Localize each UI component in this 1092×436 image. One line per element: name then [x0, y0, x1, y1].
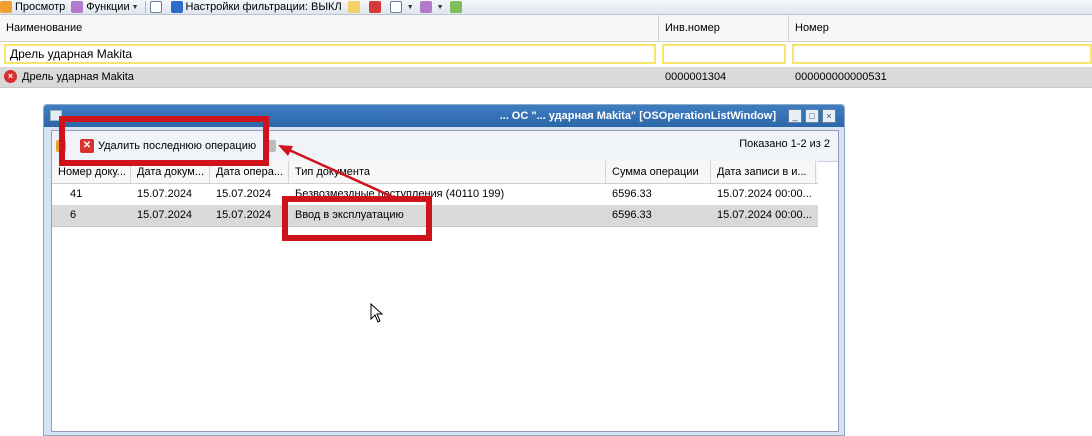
list-icon — [149, 1, 162, 13]
chevron-down-icon: ▼ — [436, 3, 444, 11]
annotation-box-delete — [59, 116, 269, 166]
cell-doc-date: 15.07.2024 — [137, 209, 193, 221]
cell-sum: 6596.33 — [612, 188, 652, 200]
annotation-box-doc-type — [282, 196, 432, 241]
brush-icon — [347, 1, 360, 13]
print-icon — [389, 1, 402, 13]
paging-status: Показано 1-2 из 2 — [739, 138, 830, 150]
view-icon — [0, 1, 12, 13]
column-header-number[interactable]: Номер — [789, 15, 1092, 41]
list-button[interactable] — [149, 0, 165, 14]
window-body: ✕ Удалить последнюю операцию Показано 1-… — [51, 130, 839, 432]
view-button[interactable]: Просмотр — [0, 0, 65, 14]
chevron-down-icon: ▼ — [406, 3, 414, 11]
row-number: 000000000000531 — [795, 71, 887, 83]
extra-icon — [419, 1, 432, 13]
maximize-button[interactable]: □ — [805, 109, 819, 123]
table-row[interactable]: × Дрель ударная Makita 0000001304 000000… — [0, 67, 1092, 88]
table-row[interactable]: 6 15.07.2024 15.07.2024 Ввод в эксплуата… — [52, 205, 818, 227]
cell-sum: 6596.33 — [612, 209, 652, 221]
column-header-doc-type[interactable]: Тип документа — [289, 161, 606, 183]
functions-label: Функции — [86, 1, 130, 13]
view-label: Просмотр — [15, 1, 66, 13]
name-filter-input[interactable] — [4, 44, 656, 64]
cell-op-date: 15.07.2024 — [216, 188, 272, 200]
row-name: Дрель ударная Makita — [22, 71, 134, 83]
extra-menu-button[interactable]: ▼ — [419, 0, 444, 14]
filter-row — [0, 42, 1092, 66]
table-icon — [368, 1, 381, 13]
number-filter-input[interactable] — [792, 44, 1092, 64]
cell-op-date: 15.07.2024 — [216, 209, 272, 221]
column-header-sum[interactable]: Сумма операции — [606, 161, 711, 183]
functions-icon — [71, 1, 84, 13]
top-toolbar: Просмотр Функции ▼ Настройки фильтрации:… — [0, 0, 1092, 15]
brush-button[interactable] — [347, 0, 363, 14]
grid-header: Наименование Инв.номер Номер — [0, 15, 1092, 42]
cell-record-date: 15.07.2024 00:00... — [717, 209, 812, 221]
cell-doc-number: 6 — [70, 209, 77, 221]
column-header-name[interactable]: Наименование — [0, 15, 659, 41]
minimize-button[interactable]: _ — [788, 109, 802, 123]
print-menu-button[interactable]: ▼ — [389, 0, 414, 14]
refresh-icon — [449, 1, 462, 13]
filter-settings-label: Настройки фильтрации: ВЫКЛ — [185, 1, 342, 13]
filter-icon — [170, 1, 183, 13]
inv-number-filter-input[interactable] — [662, 44, 786, 64]
cell-doc-date: 15.07.2024 — [137, 188, 193, 200]
filter-settings-button[interactable]: Настройки фильтрации: ВЫКЛ — [170, 0, 342, 14]
table-button[interactable] — [368, 0, 384, 14]
cell-doc-number: 41 — [70, 188, 83, 200]
cell-record-date: 15.07.2024 00:00... — [717, 188, 812, 200]
mouse-cursor-icon — [370, 303, 384, 323]
refresh-button[interactable] — [449, 0, 465, 14]
table-row[interactable]: 41 15.07.2024 15.07.2024 Безвозмездные п… — [52, 184, 818, 206]
chevron-down-icon: ▼ — [131, 3, 139, 11]
toolbar-separator — [144, 1, 146, 13]
close-button[interactable]: × — [822, 109, 836, 123]
row-inv-number: 0000001304 — [665, 71, 727, 83]
functions-menu-button[interactable]: Функции ▼ — [71, 0, 139, 14]
column-header-inv-number[interactable]: Инв.номер — [659, 15, 789, 41]
column-header-record-date[interactable]: Дата записи в и... — [711, 161, 816, 183]
